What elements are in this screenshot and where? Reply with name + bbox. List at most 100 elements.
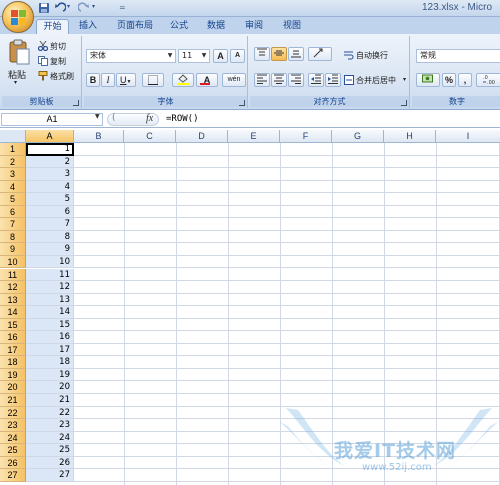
column-header-a[interactable]: A	[26, 130, 74, 143]
column-header-h[interactable]: H	[384, 130, 436, 143]
paste-icon[interactable]	[8, 39, 30, 65]
column-header-c[interactable]: C	[124, 130, 176, 143]
name-box[interactable]: A1	[1, 113, 103, 126]
decrease-indent-button[interactable]	[308, 73, 324, 87]
cell-a[interactable]: 18	[26, 356, 74, 369]
cell-a[interactable]: 21	[26, 394, 74, 407]
number-format-select[interactable]: 常规	[416, 49, 500, 63]
format-painter-icon[interactable]	[38, 71, 48, 81]
row-header[interactable]: 15	[0, 318, 26, 332]
customize-qat-button[interactable]: =	[119, 3, 126, 12]
wrap-text-button[interactable]: 自动换行	[356, 50, 388, 61]
align-middle-button[interactable]	[271, 47, 287, 61]
tab-insert[interactable]: 插入	[73, 19, 103, 34]
row-header[interactable]: 21	[0, 394, 26, 407]
worksheet-grid[interactable]: A B C D E F G H I 1 1 2 2 3 3 4 4 5 5 6 6 7 7 8 8 9 9 10 10…	[0, 130, 500, 485]
cell-a[interactable]: 11	[26, 268, 74, 282]
formula-bar-handle-icon[interactable]: (	[112, 113, 116, 123]
cell-a[interactable]: 3	[26, 168, 74, 181]
cell-a[interactable]: 14	[26, 306, 74, 319]
redo-dropdown-icon[interactable]: ▾	[92, 3, 95, 10]
office-button[interactable]	[2, 1, 34, 33]
cell-a[interactable]: 26	[26, 456, 74, 470]
column-header-f[interactable]: F	[280, 130, 332, 143]
formula-input[interactable]: =ROW()	[166, 114, 199, 124]
tab-view[interactable]: 视图	[278, 19, 306, 34]
cell-a[interactable]: 7	[26, 218, 74, 231]
align-center-button[interactable]	[271, 73, 287, 87]
bold-button[interactable]: B	[86, 73, 100, 87]
align-top-button[interactable]	[254, 47, 270, 61]
format-painter-button[interactable]: 格式刷	[50, 71, 74, 82]
row-header[interactable]: 2	[0, 155, 26, 169]
grow-font-button[interactable]: A	[213, 49, 228, 63]
align-right-button[interactable]	[288, 73, 304, 87]
paste-dropdown-icon[interactable]: ▾	[14, 79, 17, 86]
undo-icon[interactable]	[54, 2, 66, 14]
cell-a[interactable]: 15	[26, 318, 74, 332]
underline-button[interactable]: U▼	[116, 73, 136, 87]
cut-icon[interactable]	[38, 41, 48, 51]
cell-a[interactable]: 17	[26, 343, 74, 357]
cut-button[interactable]: 剪切	[50, 41, 66, 52]
row-header[interactable]: 1	[0, 143, 26, 156]
row-header[interactable]: 16	[0, 331, 26, 344]
row-header[interactable]: 14	[0, 306, 26, 319]
row-header[interactable]: 11	[0, 268, 26, 282]
insert-function-button[interactable]: fx	[146, 113, 153, 124]
tab-page-layout[interactable]: 页面布局	[112, 19, 158, 34]
phonetic-guide-button[interactable]: wén	[222, 73, 246, 87]
row-header[interactable]: 23	[0, 419, 26, 432]
increase-indent-button[interactable]	[325, 73, 341, 87]
row-header[interactable]: 25	[0, 444, 26, 457]
tab-review[interactable]: 审阅	[240, 19, 268, 34]
percent-style-button[interactable]: %	[442, 73, 456, 87]
column-header-b[interactable]: B	[74, 130, 124, 143]
cell-a[interactable]: 22	[26, 406, 74, 420]
active-cell[interactable]: 1	[26, 143, 74, 156]
row-header[interactable]: 5	[0, 193, 26, 206]
borders-button[interactable]	[142, 73, 164, 87]
row-header[interactable]: 18	[0, 356, 26, 369]
row-header[interactable]: 3	[0, 168, 26, 181]
cell-a[interactable]: 9	[26, 243, 74, 256]
italic-button[interactable]: I	[101, 73, 115, 87]
column-header-e[interactable]: E	[228, 130, 280, 143]
clipboard-dialog-launcher-icon[interactable]	[73, 100, 79, 106]
fill-color-button[interactable]	[172, 73, 194, 87]
merge-center-dropdown-icon[interactable]: ▾	[403, 76, 406, 83]
row-header[interactable]: 6	[0, 205, 26, 219]
row-header[interactable]: 24	[0, 431, 26, 445]
row-header[interactable]: 22	[0, 406, 26, 420]
cell-a[interactable]: 4	[26, 180, 74, 194]
select-all-button[interactable]	[0, 130, 26, 143]
font-size-select[interactable]: 11 ▼	[178, 49, 210, 63]
cell-a[interactable]: 16	[26, 331, 74, 344]
alignment-dialog-launcher-icon[interactable]	[401, 100, 407, 106]
redo-icon[interactable]	[78, 2, 90, 14]
cell-a[interactable]: 6	[26, 205, 74, 219]
copy-icon[interactable]	[38, 56, 48, 66]
copy-button[interactable]: 复制	[50, 56, 66, 67]
row-header[interactable]: 13	[0, 293, 26, 307]
cell-a[interactable]: 10	[26, 255, 74, 269]
row-header[interactable]: 19	[0, 368, 26, 382]
align-bottom-button[interactable]	[288, 47, 304, 61]
align-left-button[interactable]	[254, 73, 270, 87]
tab-data[interactable]: 数据	[202, 19, 230, 34]
undo-dropdown-icon[interactable]: ▾	[67, 3, 70, 10]
font-color-button[interactable]: A	[196, 73, 218, 87]
merge-center-button[interactable]: 合并后居中	[356, 75, 396, 86]
font-name-select[interactable]: 宋体 ▼	[86, 49, 176, 63]
cell-a[interactable]: 27	[26, 469, 74, 482]
cell-a[interactable]: 13	[26, 293, 74, 307]
cell-a[interactable]: 19	[26, 368, 74, 382]
cell-a[interactable]: 5	[26, 193, 74, 206]
row-header[interactable]: 8	[0, 230, 26, 244]
orientation-button[interactable]	[308, 47, 332, 61]
font-dialog-launcher-icon[interactable]	[239, 100, 245, 106]
shrink-font-button[interactable]: A	[230, 49, 245, 63]
row-header[interactable]: 4	[0, 180, 26, 194]
cell-a[interactable]: 25	[26, 444, 74, 457]
accounting-format-button[interactable]	[416, 73, 440, 87]
